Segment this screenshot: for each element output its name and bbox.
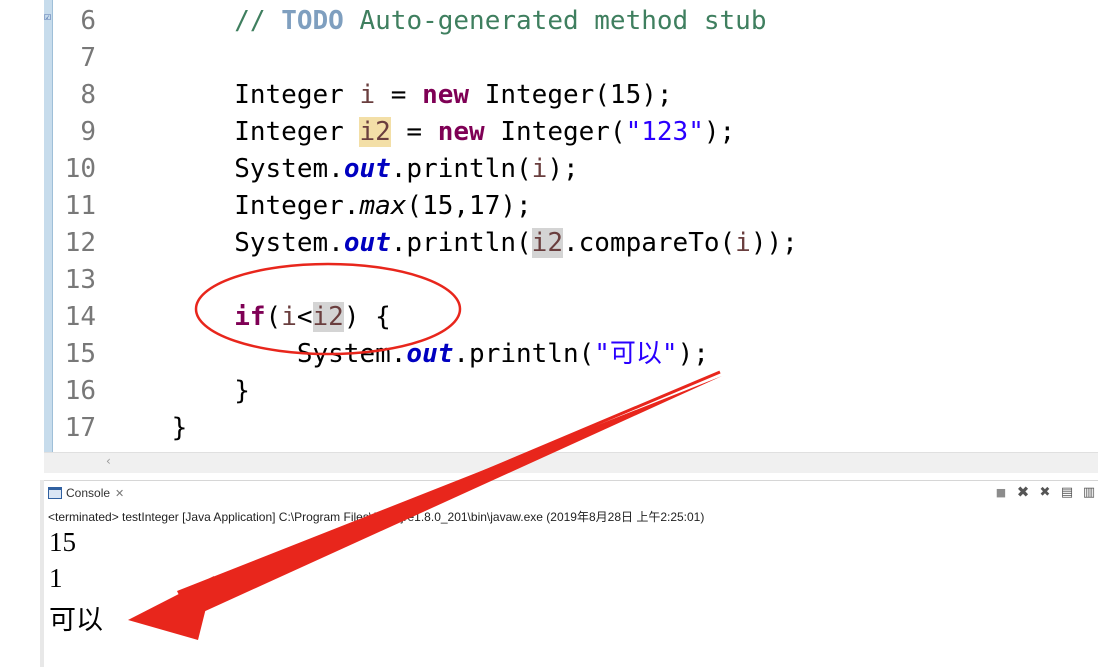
code-line[interactable]: 16 } [0,373,1098,410]
code-token: .compareTo( [562,228,736,258]
line-number: 8 [80,80,96,110]
code-token: Integer [109,117,360,147]
code-line[interactable]: 15 System.out.println("可以"); [0,336,1098,373]
code-text: System.out.println(i); [109,151,579,188]
line-number: 17 [64,413,96,443]
code-editor[interactable]: ☑ 6 // TODO Auto-generated method stub 7 8… [0,0,1098,452]
code-token: "可以" [594,339,678,369]
remove-launch-icon[interactable]: ✖ [1014,483,1032,501]
code-token: if [234,302,266,332]
code-line[interactable]: 11 Integer.max(15,17); [0,188,1098,225]
code-token: Integer [109,80,360,110]
code-token: out [406,339,454,369]
close-tab-icon[interactable]: ✕ [115,487,124,500]
code-text: Integer.max(15,17); [109,188,532,225]
code-token: Integer( [484,117,626,147]
clear-console-icon[interactable]: ▤ [1058,483,1076,501]
code-token: Integer(15); [469,80,673,110]
code-line[interactable]: 7 [0,40,1098,77]
tab-console-label: Console [66,486,111,500]
code-text: if(i<i2) { [109,299,391,336]
code-line[interactable]: 14 if(i<i2) { [0,299,1098,336]
code-line[interactable]: 8 Integer i = new Integer(15); [0,77,1098,114]
code-token: ) { [343,302,391,332]
code-text: } [109,373,250,410]
code-token: TODO [281,6,344,36]
code-line[interactable]: 10 System.out.println(i); [0,151,1098,188]
code-token: i [735,228,751,258]
code-token: i2 [312,302,344,332]
code-text: System.out.println("可以"); [109,336,709,373]
code-token: System. [109,228,344,258]
console-icon [48,487,62,499]
code-token: System. [109,339,407,369]
code-line[interactable]: 12 System.out.println(i2.compareTo(i)); [0,225,1098,262]
code-line[interactable]: 17 } [0,410,1098,447]
code-token: i [531,154,548,184]
code-token: ); [703,117,736,147]
code-token: System. [109,154,344,184]
code-token: } [109,413,188,443]
code-text: System.out.println(i2.compareTo(i)); [109,225,798,262]
code-token: .println( [390,228,532,258]
code-token: = [375,80,423,110]
line-number: 6 [80,6,96,36]
line-number: 11 [64,191,96,221]
code-token: .println( [390,154,532,184]
code-text: // TODO Auto-generated method stub [109,3,766,40]
code-token: )); [750,228,798,258]
code-token: ); [547,154,579,184]
line-number: 12 [64,228,96,258]
console-output-line: 可以 [49,605,103,635]
line-number: 14 [64,302,96,332]
code-token: .println( [453,339,595,369]
console-tabbar: Console ✕ ■ ✖ ✖ ▤ ▥ [44,481,1098,505]
line-number: 13 [64,265,96,295]
line-number: 15 [64,339,96,369]
terminate-icon[interactable]: ■ [992,483,1010,501]
line-number: 16 [64,376,96,406]
console-toolbar: ■ ✖ ✖ ▤ ▥ [992,483,1098,501]
editor-horizontal-scrollbar[interactable]: ‹ [44,452,1098,473]
code-token: new [422,80,470,110]
console-process-label: <terminated> testInteger [Java Applicati… [48,510,705,524]
console-output-line: 15 [49,527,76,557]
code-token: "123" [625,117,704,147]
code-line[interactable]: 6 // TODO Auto-generated method stub [0,3,1098,40]
code-text: } [109,410,188,447]
code-token: new [437,117,485,147]
code-token: max [359,191,407,221]
code-token: (15,17); [406,191,532,221]
code-line[interactable]: 13 [0,262,1098,299]
console-output-line: 1 [49,563,63,593]
line-number: 10 [64,154,96,184]
code-token: // [234,6,282,36]
code-token: out [343,228,391,258]
code-token: i [359,80,376,110]
line-number: 9 [80,117,96,147]
code-token: out [343,154,391,184]
code-token: i [281,302,297,332]
remove-all-terminated-icon[interactable]: ✖ [1036,483,1054,501]
code-token: < [296,302,313,332]
console-view: Console ✕ ■ ✖ ✖ ▤ ▥ <terminated> testInt… [44,480,1098,668]
code-token: Integer. [109,191,360,221]
code-token: } [109,376,250,406]
tab-console[interactable]: Console ✕ [48,484,124,502]
scroll-left-icon[interactable]: ‹ [106,454,111,468]
code-token: i2 [359,117,391,147]
scroll-lock-icon[interactable]: ▥ [1080,483,1098,501]
line-number: 7 [80,43,96,73]
code-text: Integer i2 = new Integer("123"); [109,114,735,151]
code-line[interactable]: 9 Integer i2 = new Integer("123"); [0,114,1098,151]
code-token: i2 [531,228,563,258]
code-text: Integer i = new Integer(15); [109,77,673,114]
code-token: = [390,117,438,147]
code-token: ); [677,339,709,369]
code-token: Auto-generated method stub [343,6,767,36]
code-token: ( [265,302,282,332]
